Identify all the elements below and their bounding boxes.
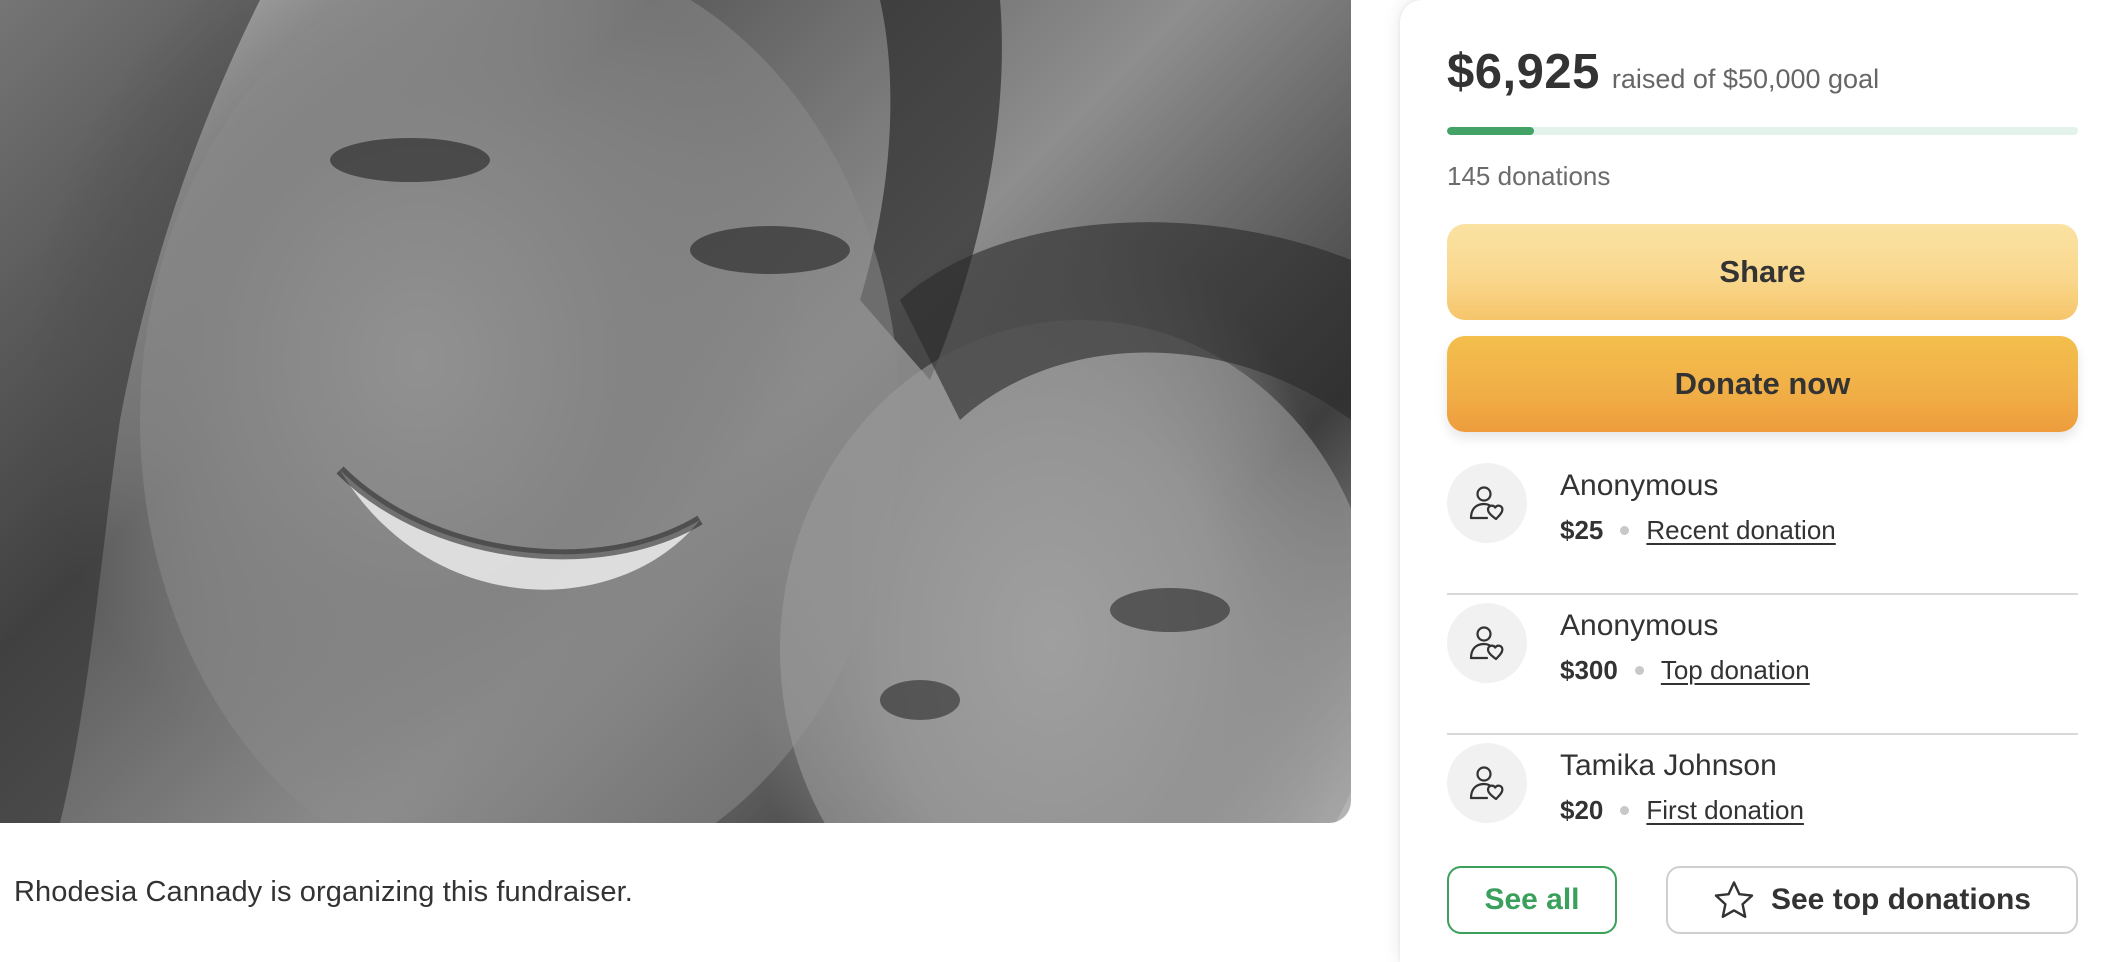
campaign-photo — [0, 0, 1351, 823]
separator-dot — [1620, 526, 1630, 535]
donation-count: 145 donations — [1447, 161, 1611, 191]
share-button-label: Share — [1719, 254, 1806, 289]
donation-amount: $300 — [1560, 655, 1618, 685]
photo-illustration — [0, 0, 1351, 823]
donate-now-button-label: Donate now — [1674, 366, 1851, 401]
donation-amount: $25 — [1560, 515, 1604, 545]
donation-item: Anonymous $25 Recent donation — [1447, 455, 2078, 595]
raised-summary: $6,925 raised of $50,000 goal — [1447, 44, 1879, 100]
donor-name: Anonymous — [1560, 469, 1719, 502]
donation-tag-link[interactable]: First donation — [1646, 795, 1804, 826]
donor-heart-icon — [1447, 463, 1527, 543]
see-all-button-label: See all — [1484, 883, 1580, 916]
donation-card: $6,925 raised of $50,000 goal 145 donati… — [1400, 0, 2122, 962]
donor-heart-icon — [1447, 743, 1527, 823]
donation-item: Anonymous $300 Top donation — [1447, 595, 2078, 735]
goal-text: raised of $50,000 goal — [1611, 64, 1880, 94]
donor-heart-icon — [1447, 603, 1527, 683]
see-top-donations-button[interactable]: See top donations — [1666, 866, 2078, 934]
progress-bar-fill — [1447, 127, 1535, 135]
donor-name: Tamika Johnson — [1560, 749, 1777, 782]
raised-amount: $6,925 — [1447, 45, 1600, 99]
see-all-button[interactable]: See all — [1447, 866, 1617, 934]
see-top-donations-label: See top donations — [1770, 883, 2031, 916]
donation-tag-link[interactable]: Top donation — [1661, 655, 1810, 686]
donation-item: Tamika Johnson $20 First donation — [1447, 735, 2078, 875]
separator-dot — [1634, 666, 1644, 675]
donate-now-button[interactable]: Donate now — [1447, 336, 2078, 432]
progress-bar — [1447, 127, 2078, 135]
donation-list: Anonymous $25 Recent donation Anonymous … — [1447, 455, 2078, 875]
donor-name: Anonymous — [1560, 609, 1719, 642]
organizer-text: Rhodesia Cannady is organizing this fund… — [14, 876, 633, 908]
donation-meta: $25 Recent donation — [1560, 515, 1836, 546]
separator-dot — [1620, 806, 1630, 815]
share-button[interactable]: Share — [1447, 224, 2078, 320]
donation-amount: $20 — [1560, 795, 1604, 825]
star-icon — [1713, 880, 1755, 920]
donation-meta: $300 Top donation — [1560, 655, 1810, 686]
donation-tag-link[interactable]: Recent donation — [1646, 515, 1835, 546]
donation-meta: $20 First donation — [1560, 795, 1804, 826]
